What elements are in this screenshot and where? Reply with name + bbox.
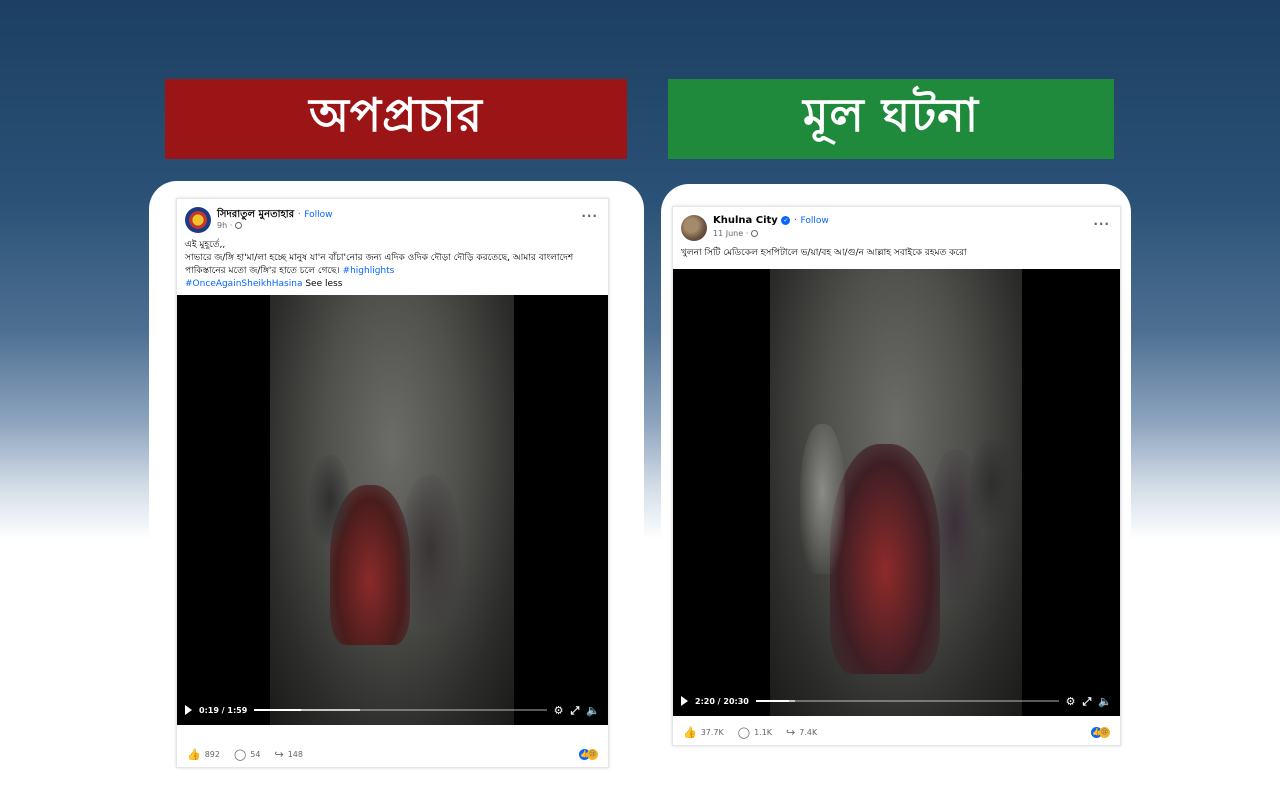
facebook-post: সিদরাতুল মুনতাহার · Follow 9h · ··· এই ম… <box>176 198 609 768</box>
verified-badge-icon: ✓ <box>781 215 791 225</box>
post-footer: 👍 37.7K ◯ 1.1K ↪ 7.4K 👍 😢 <box>673 719 1120 745</box>
play-icon[interactable] <box>681 696 688 706</box>
like-count: 892 <box>204 749 220 759</box>
share-button[interactable]: ↪ 7.4K <box>786 726 817 739</box>
video-controls: 0:19 / 1:59 ⚙ ⤢ 🔈 <box>177 695 608 725</box>
post-header: সিদরাতুল মুনতাহার · Follow 9h · ··· <box>177 199 608 235</box>
globe-icon <box>234 222 242 229</box>
share-icon: ↪ <box>274 747 284 761</box>
share-count: 148 <box>287 749 303 759</box>
gear-icon[interactable]: ⚙ <box>1066 696 1076 707</box>
original-event-banner: মূল ঘটনা <box>668 79 1114 159</box>
video-controls: 2:20 / 20:30 ⚙ ⤢ 🔈 <box>673 686 1120 716</box>
video-player[interactable]: 2:20 / 20:30 ⚙ ⤢ 🔈 <box>673 269 1120 716</box>
video-frame <box>770 269 1022 716</box>
post-footer: 👍 892 ◯ 54 ↪ 148 👍 😢 <box>177 741 608 767</box>
person-figure <box>800 424 845 574</box>
follow-button[interactable]: Follow <box>800 216 828 226</box>
like-icon: 👍 <box>683 725 697 739</box>
misinformation-card: সিদরাতুল মুনতাহার · Follow 9h · ··· এই ম… <box>149 181 644 786</box>
follow-button[interactable]: Follow <box>304 210 332 220</box>
comment-icon: ◯ <box>233 747 247 761</box>
video-progress-bar[interactable] <box>254 709 547 711</box>
misinformation-banner: অপপ্রচার <box>165 79 627 159</box>
post-header: Khulna City ✓ · Follow 11 June · ··· <box>673 207 1120 243</box>
post-time[interactable]: 11 June · <box>713 229 748 238</box>
share-icon: ↪ <box>786 725 796 739</box>
person-figure <box>970 439 1015 529</box>
share-button[interactable]: ↪ 148 <box>274 748 303 761</box>
facebook-post: Khulna City ✓ · Follow 11 June · ··· খুল… <box>672 206 1121 746</box>
like-icon: 👍 <box>187 747 201 761</box>
video-frame <box>270 295 514 725</box>
post-time[interactable]: 9h · <box>217 221 232 230</box>
avatar[interactable] <box>185 207 211 233</box>
person-figure <box>310 455 350 545</box>
comment-count: 54 <box>250 749 261 759</box>
share-count: 7.4K <box>799 727 818 737</box>
post-text-line: এই মুহূর্তে,, <box>185 240 226 250</box>
fullscreen-icon[interactable]: ⤢ <box>570 705 579 716</box>
sad-reaction-icon: 😢 <box>1099 726 1110 738</box>
sad-reaction-icon: 😢 <box>587 748 598 760</box>
progress-fill <box>755 700 790 702</box>
author-name[interactable]: সিদরাতুল মুনতাহার <box>217 209 294 220</box>
volume-icon[interactable]: 🔈 <box>586 705 600 716</box>
gear-icon[interactable]: ⚙ <box>554 705 564 716</box>
comment-button[interactable]: ◯ 1.1K <box>738 726 772 739</box>
original-event-card: Khulna City ✓ · Follow 11 June · ··· খুল… <box>661 184 1131 786</box>
video-player[interactable]: 0:19 / 1:59 ⚙ ⤢ 🔈 <box>177 295 608 725</box>
video-time: 0:19 / 1:59 <box>199 705 248 715</box>
video-progress-bar[interactable] <box>755 700 1059 702</box>
comment-count: 1.1K <box>754 727 773 737</box>
reactions-summary[interactable]: 👍 😢 <box>1091 726 1110 738</box>
like-button[interactable]: 👍 37.7K <box>683 726 724 739</box>
more-options-icon[interactable]: ··· <box>1093 217 1110 231</box>
separator-dot: · <box>793 215 797 226</box>
separator-dot: · <box>297 209 301 220</box>
comment-icon: ◯ <box>737 725 751 739</box>
progress-fill <box>254 709 302 711</box>
post-text-line: খুলনা সিটি মেডিকেল হসপিটালে ভ/য়া/বহ আ/গ… <box>681 248 967 258</box>
post-text: এই মুহূর্তে,, সাভারে জ/ঙ্গি হা'মা/লা হচ্… <box>177 235 608 291</box>
avatar[interactable] <box>681 215 707 241</box>
globe-icon <box>750 230 758 237</box>
person-figure <box>830 444 940 674</box>
play-icon[interactable] <box>185 705 192 715</box>
author-name[interactable]: Khulna City <box>713 215 778 226</box>
hashtag-link[interactable]: #OnceAgainSheikhHasina <box>185 279 302 289</box>
fullscreen-icon[interactable]: ⤢ <box>1082 696 1091 707</box>
like-count: 37.7K <box>700 727 724 737</box>
volume-icon[interactable]: 🔈 <box>1098 696 1112 707</box>
more-options-icon[interactable]: ··· <box>581 209 598 223</box>
person-figure <box>400 475 460 625</box>
video-time: 2:20 / 20:30 <box>695 696 749 706</box>
like-button[interactable]: 👍 892 <box>187 748 220 761</box>
comment-button[interactable]: ◯ 54 <box>234 748 261 761</box>
post-text: খুলনা সিটি মেডিকেল হসপিটালে ভ/য়া/বহ আ/গ… <box>673 243 1120 260</box>
see-less-link[interactable]: See less <box>305 279 342 289</box>
reactions-summary[interactable]: 👍 😢 <box>579 748 598 760</box>
hashtag-link[interactable]: #highlights <box>343 266 395 276</box>
